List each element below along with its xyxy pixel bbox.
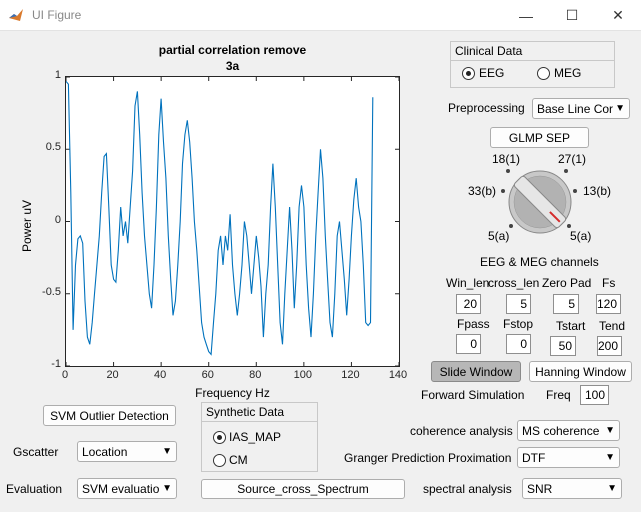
synthetic-data-title: Synthetic Data [206,405,285,419]
freq-label: Freq [546,388,571,402]
y-tick-label: -0.5 [42,285,61,298]
win-len-label: Win_len [446,276,490,290]
knob-label-13: 13(b) [583,184,612,198]
glmp-sep-button[interactable]: GLMP SEP [490,127,589,148]
x-tick-label: 40 [154,369,167,381]
x-tick-label: 100 [293,369,313,381]
svm-outlier-button[interactable]: SVM Outlier Detection [43,405,176,426]
slide-window-button[interactable]: Slide Window [431,361,521,382]
gscatter-dropdown[interactable]: Location ▼ [77,441,177,462]
cm-radio[interactable] [213,454,226,467]
plot-area[interactable] [65,76,400,367]
source-cross-spectrum-button[interactable]: Source_cross_Spectrum [201,479,405,499]
synthetic-data-panel: Synthetic Data IAS_MAP CM [201,402,318,472]
fstop-label: Fstop [503,317,534,331]
spectral-label: spectral analysis [423,482,512,496]
fpass-label: Fpass [457,317,490,331]
tstart-label: Tstart [556,319,586,333]
minimize-icon[interactable]: — [503,0,549,31]
y-tick-label: 1 [54,69,61,81]
meg-radio[interactable] [537,67,550,80]
chevron-down-icon: ▼ [162,446,172,457]
ias-map-radio-label[interactable]: IAS_MAP [229,430,281,444]
zero-pad-label: Zero Pad [542,276,592,290]
hanning-window-button[interactable]: Hanning Window [529,361,632,382]
channel-knob[interactable] [495,160,585,240]
chevron-down-icon: ▼ [615,103,625,114]
preprocessing-label: Preprocessing [448,101,525,115]
series-line-0 [65,80,374,356]
spectral-dropdown[interactable]: SNR ▼ [522,478,622,499]
ias-map-radio[interactable] [213,431,226,444]
tend-label: Tend [599,319,626,333]
matlab-logo-icon [9,9,23,21]
x-tick-label: 120 [341,369,360,381]
maximize-icon[interactable]: ☐ [549,0,595,31]
tstart-field[interactable]: 50 [550,336,576,356]
chevron-down-icon: ▼ [162,483,172,494]
cross-len-field[interactable]: 5 [506,294,531,314]
coherence-label: coherence analysis [410,424,513,438]
clinical-data-panel: Clinical Data EEG MEG [450,41,615,88]
fs-field[interactable]: 120 [596,294,621,314]
eeg-radio[interactable] [462,67,475,80]
eeg-radio-label[interactable]: EEG [479,66,504,80]
chevron-down-icon: ▼ [607,483,617,494]
chevron-down-icon: ▼ [605,452,615,463]
gscatter-label: Gscatter [13,445,59,459]
plot-title: partial correlation remove [158,43,307,57]
y-tick-label: 0 [54,213,61,226]
title-bar: UI Figure — ☐ ✕ [0,0,641,31]
preprocessing-dropdown[interactable]: Base Line Corr ▼ [532,98,630,119]
close-icon[interactable]: ✕ [595,0,641,31]
zero-pad-field[interactable]: 5 [553,294,579,314]
cm-radio-label[interactable]: CM [229,453,248,467]
y-tick-label: 0.5 [45,141,61,154]
x-tick-label: 20 [106,369,119,381]
freq-field[interactable]: 100 [580,385,609,405]
granger-dropdown[interactable]: DTF ▼ [517,447,620,468]
fpass-field[interactable]: 0 [456,334,481,354]
y-axis-label: Power uV [20,199,34,252]
win-len-field[interactable]: 20 [456,294,481,314]
evaluation-label: Evaluation [6,482,63,496]
fstop-field[interactable]: 0 [506,334,531,354]
plot-subtitle: 3a [225,59,240,73]
x-tick-label: 0 [61,369,69,381]
granger-label: Granger Prediction Proximation [344,451,512,465]
line-chart [65,76,400,367]
x-tick-label: 60 [201,369,214,381]
x-axis-label: Frequency Hz [195,386,270,400]
fs-label: Fs [602,276,616,290]
channels-label: EEG & MEG channels [480,255,599,269]
clinical-data-title: Clinical Data [455,44,523,58]
window-title: UI Figure [32,8,82,22]
chevron-down-icon: ▼ [605,425,615,436]
x-tick-label: 80 [249,369,262,381]
x-tick-label: 140 [388,369,408,381]
knob-label-33: 33(b) [468,184,497,198]
meg-radio-label[interactable]: MEG [554,66,581,80]
cross-len-label: cross_len [488,276,540,290]
coherence-dropdown[interactable]: MS coherence ▼ [517,420,620,441]
evaluation-dropdown[interactable]: SVM evaluation ▼ [77,478,177,499]
forward-simulation-label: Forward Simulation [421,388,525,402]
tend-field[interactable]: 200 [597,336,622,356]
